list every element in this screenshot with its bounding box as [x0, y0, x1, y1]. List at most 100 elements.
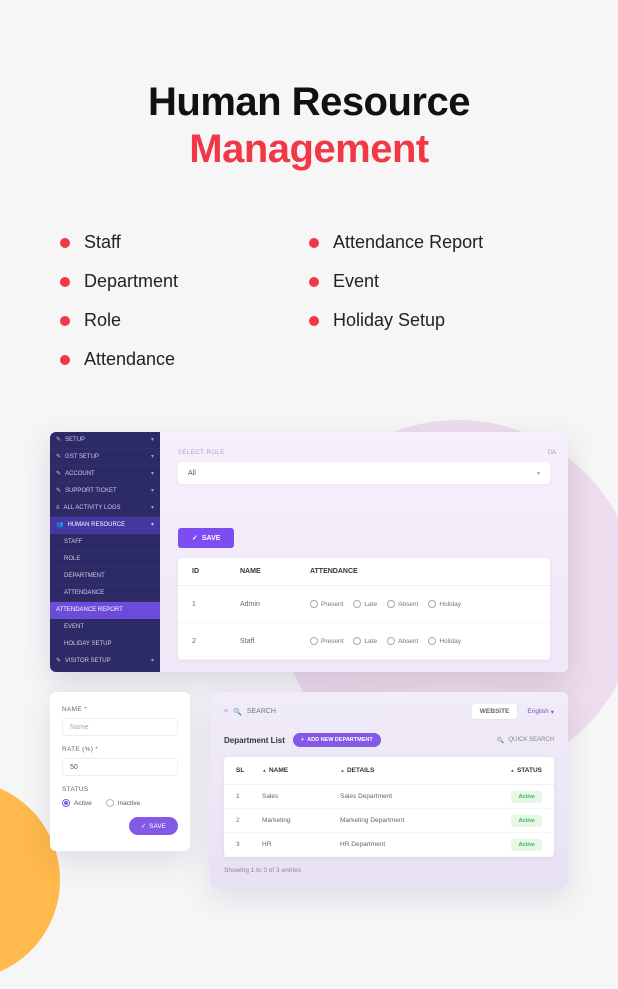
- radio-late[interactable]: Late: [353, 600, 377, 608]
- wrench-icon: ✎: [56, 437, 61, 443]
- wrench-icon: ✎: [56, 658, 61, 664]
- radio-absent[interactable]: Absent: [387, 637, 418, 645]
- feature-label: Attendance Report: [333, 232, 483, 253]
- feature-label: Department: [84, 271, 178, 292]
- sort-icon: ▲: [510, 768, 515, 774]
- role-select-value: All: [188, 470, 196, 477]
- radio-holiday[interactable]: Holiday: [428, 600, 461, 608]
- feature-column-left: Staff Department Role Attendance: [60, 232, 309, 388]
- add-department-button[interactable]: +ADD NEW DEPARTMENT: [293, 733, 381, 747]
- sidebar-item-sidebarmgr[interactable]: ≡SIDEBAR MANAGER: [50, 670, 160, 672]
- bullet-icon: [60, 316, 70, 326]
- search-icon: 🔍: [233, 708, 242, 716]
- check-icon: ✓: [192, 534, 198, 542]
- col-attendance: ATTENDANCE: [310, 568, 536, 575]
- list-icon: ≡: [56, 505, 60, 511]
- col-name: NAME: [240, 568, 310, 575]
- chevron-down-icon: ▾: [151, 658, 154, 664]
- search-input[interactable]: ≡ 🔍 SEARCH: [224, 708, 276, 716]
- status-label: STATUS: [62, 786, 178, 793]
- select-role-label: SELECT ROLE: [178, 450, 550, 456]
- col-sl[interactable]: SL: [236, 767, 262, 774]
- radio-present[interactable]: Present: [310, 600, 343, 608]
- rate-label: RATE (%) *: [62, 746, 178, 753]
- sidebar-item-attendance[interactable]: ATTENDANCE: [50, 585, 160, 602]
- col-details[interactable]: ▲DETAILS: [340, 767, 496, 774]
- department-list-panel: ≡ 🔍 SEARCH WEBSITE English▾ Department L…: [210, 692, 568, 888]
- sort-icon: ▲: [262, 768, 267, 774]
- status-badge: Active: [511, 839, 542, 851]
- wrench-icon: ✎: [56, 454, 61, 460]
- radio-absent[interactable]: Absent: [387, 600, 418, 608]
- rate-input[interactable]: 50: [62, 758, 178, 776]
- chevron-down-icon: ▾: [151, 505, 154, 511]
- sidebar-item-event[interactable]: EVENT: [50, 619, 160, 636]
- save-button[interactable]: ✓ SAVE: [178, 528, 234, 548]
- sidebar-item-hr[interactable]: 👥HUMAN RESOURCE▾: [50, 517, 160, 534]
- sidebar-item-account[interactable]: ✎ACCOUNT▾: [50, 466, 160, 483]
- feature-label: Staff: [84, 232, 121, 253]
- chevron-down-icon: ▾: [151, 437, 154, 443]
- da-label: DA: [548, 450, 556, 456]
- wrench-icon: ✎: [56, 471, 61, 477]
- language-select[interactable]: English▾: [527, 708, 554, 716]
- col-name[interactable]: ▲NAME: [262, 767, 340, 774]
- role-select[interactable]: All ▾: [178, 462, 550, 484]
- chevron-down-icon: ▾: [551, 708, 554, 716]
- sort-icon: ▲: [340, 768, 345, 774]
- website-button[interactable]: WEBSITE: [472, 704, 518, 719]
- radio-inactive[interactable]: Inactive: [106, 799, 140, 807]
- bullet-icon: [309, 277, 319, 287]
- chevron-down-icon: ▾: [151, 522, 154, 528]
- menu-icon: ≡: [224, 708, 228, 715]
- bullet-icon: [60, 238, 70, 248]
- save-button[interactable]: ✓SAVE: [129, 817, 178, 835]
- feature-label: Role: [84, 310, 121, 331]
- page-title-line2: Management: [0, 127, 618, 172]
- feature-label: Event: [333, 271, 379, 292]
- form-panel: NAME * Name RATE (%) * 50 STATUS Active …: [50, 692, 190, 851]
- table-row: 1 Sales Sales Department Active: [224, 785, 554, 809]
- sidebar-item-role[interactable]: ROLE: [50, 551, 160, 568]
- attendance-panel: ✎SETUP▾ ✎GST SETUP▾ ✎ACCOUNT▾ ✎SUPPORT T…: [50, 432, 568, 672]
- feature-column-right: Attendance Report Event Holiday Setup: [309, 232, 558, 388]
- sidebar-item-visitor[interactable]: ✎VISITOR SETUP▾: [50, 653, 160, 670]
- app-sidebar: ✎SETUP▾ ✎GST SETUP▾ ✎ACCOUNT▾ ✎SUPPORT T…: [50, 432, 160, 672]
- plus-icon: +: [301, 737, 304, 743]
- status-badge: Active: [511, 815, 542, 827]
- bullet-icon: [60, 355, 70, 365]
- department-table: SL ▲NAME ▲DETAILS ▲STATUS 1 Sales Sales …: [224, 757, 554, 857]
- chevron-down-icon: ▾: [151, 488, 154, 494]
- bullet-icon: [60, 277, 70, 287]
- sidebar-item-gst[interactable]: ✎GST SETUP▾: [50, 449, 160, 466]
- table-row: 2 Staff Present Late Absent Holiday: [178, 623, 550, 660]
- sidebar-item-holiday[interactable]: HOLIDAY SETUP: [50, 636, 160, 653]
- search-icon: 🔍: [497, 737, 504, 744]
- name-label: NAME *: [62, 706, 178, 713]
- bullet-icon: [309, 316, 319, 326]
- radio-late[interactable]: Late: [353, 637, 377, 645]
- sidebar-item-logs[interactable]: ≡ALL ACTIVITY LOGS▾: [50, 500, 160, 517]
- sidebar-item-attendance-report[interactable]: ATTENDANCE REPORT: [50, 602, 160, 619]
- col-status[interactable]: ▲STATUS: [496, 767, 542, 774]
- page-title-line1: Human Resource: [0, 80, 618, 125]
- quick-search[interactable]: 🔍QUICK SEARCH: [497, 737, 554, 744]
- sidebar-item-staff[interactable]: STAFF: [50, 534, 160, 551]
- radio-holiday[interactable]: Holiday: [428, 637, 461, 645]
- list-title: Department List: [224, 736, 285, 745]
- sidebar-item-support[interactable]: ✎SUPPORT TICKET▾: [50, 483, 160, 500]
- attendance-table: ID NAME ATTENDANCE 1 Admin Present Late …: [178, 558, 550, 660]
- bullet-icon: [309, 238, 319, 248]
- radio-present[interactable]: Present: [310, 637, 343, 645]
- chevron-down-icon: ▾: [151, 471, 154, 477]
- radio-active[interactable]: Active: [62, 799, 92, 807]
- feature-label: Holiday Setup: [333, 310, 445, 331]
- sidebar-item-setup[interactable]: ✎SETUP▾: [50, 432, 160, 449]
- sidebar-item-department[interactable]: DEPARTMENT: [50, 568, 160, 585]
- check-icon: ✓: [141, 822, 146, 830]
- users-icon: 👥: [56, 522, 63, 528]
- status-badge: Active: [511, 791, 542, 803]
- name-input[interactable]: Name: [62, 718, 178, 736]
- table-row: 1 Admin Present Late Absent Holiday: [178, 586, 550, 623]
- chevron-down-icon: ▾: [151, 454, 154, 460]
